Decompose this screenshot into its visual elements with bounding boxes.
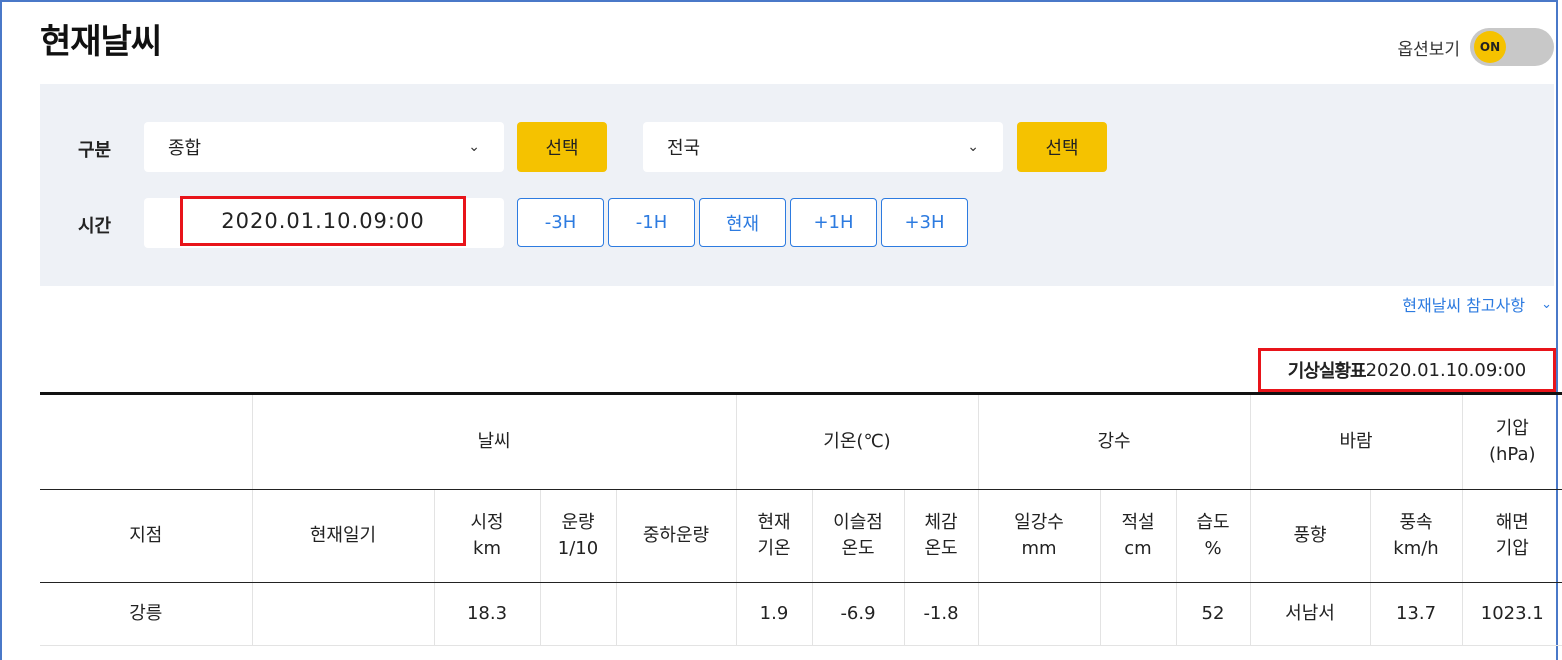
table-cell: [615, 582, 736, 646]
table-column-header-row: 지점 현재일기 시정 km 운량 1/10 중하운량 현재 기온 이슬점 온도 체감 온도…: [40, 489, 1562, 583]
table-cell: 18.3: [433, 582, 540, 646]
column-header: 해면 기압: [1461, 489, 1562, 583]
table-caption: 기상실황표 2020.01.10.09:00: [1258, 348, 1556, 392]
table-cell: -6.9: [811, 582, 904, 646]
plus-3h-button[interactable]: +3H: [881, 198, 968, 247]
group-header-pressure: 기압 (hPa): [1461, 393, 1562, 490]
group-header-wind: 바람: [1249, 393, 1462, 490]
table-cell: 서남서: [1249, 582, 1370, 646]
table-caption-time: 2020.01.10.09:00: [1365, 359, 1527, 381]
reference-link-label: 현재날씨 참고사항: [1402, 296, 1526, 315]
column-header: 현재 기온: [735, 489, 812, 583]
table-caption-bold: 기상실황표: [1287, 361, 1367, 382]
group-header-temperature: 기온(℃): [735, 393, 978, 490]
table-cell: [977, 582, 1100, 646]
region-select-value: 전국: [667, 138, 701, 159]
table-cell-station: 강릉: [40, 582, 252, 646]
column-header: 풍속 km/h: [1369, 489, 1462, 583]
column-header: 이슬점 온도: [811, 489, 904, 583]
minus-1h-button[interactable]: -1H: [608, 198, 695, 247]
table-cell: [251, 582, 434, 646]
category-select[interactable]: 종합 ⌄: [144, 122, 504, 172]
table-cell: 1.9: [735, 582, 812, 646]
weather-table: 날씨 기온(℃) 강수 바람 기압 (hPa) 지점 현재일기 시정 km 운량 1/…: [40, 392, 1562, 646]
column-header: 중하운량: [615, 489, 736, 583]
column-header: 풍향: [1249, 489, 1370, 583]
table-cell: 52: [1175, 582, 1250, 646]
category-label: 구분: [78, 140, 112, 161]
option-toggle-group: 옵션보기 ON: [1397, 28, 1554, 66]
table-cell: [1099, 582, 1176, 646]
region-select[interactable]: 전국 ⌄: [643, 122, 1003, 172]
time-step-buttons: -3H -1H 현재 +1H +3H: [517, 198, 972, 247]
chevron-down-icon: ⌄: [1541, 296, 1552, 312]
toggle-knob: ON: [1474, 31, 1506, 63]
reference-link[interactable]: 현재날씨 참고사항 ⌄: [1402, 292, 1552, 316]
time-value: 2020.01.10.09:00: [221, 209, 425, 233]
page-title: 현재날씨: [40, 22, 162, 62]
column-header: 지점: [40, 489, 252, 583]
chevron-down-icon: ⌄: [468, 139, 480, 155]
category-select-button[interactable]: 선택: [517, 122, 607, 172]
table-row: 강릉 18.3 1.9 -6.9 -1.8 52 서남서 13.7 1023.1: [40, 582, 1562, 646]
time-label: 시간: [78, 216, 112, 237]
category-select-value: 종합: [168, 138, 202, 159]
column-header: 운량 1/10: [539, 489, 616, 583]
table-cell: [539, 582, 616, 646]
column-header: 시정 km: [433, 489, 540, 583]
filter-panel: 구분 종합 ⌄ 선택 전국 ⌄ 선택 시간 2020.01.10.09:00 -…: [40, 84, 1554, 286]
region-select-button[interactable]: 선택: [1017, 122, 1107, 172]
column-header: 습도%: [1175, 489, 1250, 583]
group-header-empty: [40, 393, 252, 490]
chevron-down-icon: ⌄: [967, 139, 979, 155]
table-cell: 1023.1: [1461, 582, 1562, 646]
table-group-header-row: 날씨 기온(℃) 강수 바람 기압 (hPa): [40, 393, 1562, 490]
group-header-weather: 날씨: [251, 393, 736, 490]
table-cell: 13.7: [1369, 582, 1462, 646]
column-header: 적설 cm: [1099, 489, 1176, 583]
column-header: 일강수 mm: [977, 489, 1100, 583]
now-button[interactable]: 현재: [699, 198, 786, 247]
table-cell: -1.8: [903, 582, 978, 646]
minus-3h-button[interactable]: -3H: [517, 198, 604, 247]
plus-1h-button[interactable]: +1H: [790, 198, 877, 247]
option-toggle[interactable]: ON: [1470, 28, 1554, 66]
column-header: 체감 온도: [903, 489, 978, 583]
column-header: 현재일기: [251, 489, 434, 583]
option-label: 옵션보기: [1397, 39, 1460, 60]
group-header-precipitation: 강수: [977, 393, 1250, 490]
time-input-highlight[interactable]: 2020.01.10.09:00: [180, 196, 466, 246]
